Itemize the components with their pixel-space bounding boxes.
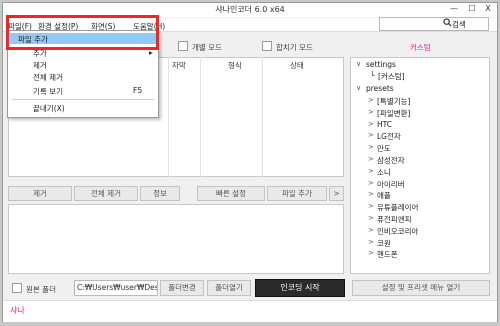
tree-preset-item[interactable]: HTC bbox=[377, 120, 392, 129]
collapse-arrow-icon[interactable]: ∨ bbox=[356, 84, 361, 92]
merge-mode-label: 합치기 모드 bbox=[276, 43, 313, 52]
tree-connector-icon: └ bbox=[370, 71, 375, 80]
source-folder-checkbox[interactable] bbox=[12, 283, 22, 293]
expand-arrow-icon[interactable]: > bbox=[368, 131, 374, 139]
tree-preset-item[interactable]: 만도 bbox=[377, 143, 391, 154]
status-text: 샤나 bbox=[10, 306, 25, 315]
column-divider bbox=[200, 57, 201, 177]
expand-arrow-icon[interactable]: > bbox=[368, 226, 374, 234]
expand-arrow-icon[interactable]: > bbox=[368, 249, 374, 257]
output-path-field[interactable]: C:₩Users₩user₩Desk bbox=[74, 280, 158, 296]
menu-item-remove[interactable]: 제거 bbox=[33, 60, 47, 71]
change-folder-button[interactable]: 폴더변경 bbox=[160, 280, 204, 296]
expand-arrow-icon[interactable]: > bbox=[368, 167, 374, 175]
tree-preset-item[interactable]: 유튜플레이어 bbox=[377, 202, 418, 213]
info-button[interactable]: 정보 bbox=[140, 186, 180, 201]
expand-arrow-icon[interactable]: > bbox=[368, 214, 374, 222]
tree-preset-item[interactable]: 핸드폰 bbox=[377, 249, 398, 260]
close-button[interactable]: X bbox=[481, 4, 495, 13]
tree-preset-item[interactable]: 코원 bbox=[377, 238, 391, 249]
expand-arrow-icon[interactable]: > bbox=[368, 238, 374, 246]
tree-preset-item[interactable]: [파일변환] bbox=[377, 108, 410, 119]
highlight-annotation bbox=[6, 15, 159, 50]
tree-preset-item[interactable]: 아이리버 bbox=[377, 179, 405, 190]
column-divider bbox=[262, 57, 263, 177]
column-header-status[interactable]: 상태 bbox=[290, 60, 304, 71]
search-icon[interactable] bbox=[443, 18, 452, 29]
open-folder-button[interactable]: 폴더열기 bbox=[207, 280, 251, 296]
search-label[interactable]: 검색 bbox=[452, 19, 466, 30]
expand-arrow-icon[interactable]: > bbox=[368, 202, 374, 210]
tree-preset-item[interactable]: 애플 bbox=[377, 190, 391, 201]
tree-preset-item[interactable]: 삼성전자 bbox=[377, 155, 405, 166]
maximize-button[interactable]: ☐ bbox=[465, 4, 479, 13]
expand-arrow-icon[interactable]: > bbox=[368, 96, 374, 104]
add-file-button[interactable]: 파일 추가 bbox=[267, 186, 327, 201]
search-input[interactable] bbox=[379, 17, 489, 31]
settings-preset-menu-button[interactable]: 설정 및 프리셋 메뉴 열기 bbox=[352, 280, 490, 296]
log-panel bbox=[8, 204, 344, 274]
tree-settings-child[interactable]: [커스텀] bbox=[378, 71, 405, 82]
column-divider bbox=[168, 57, 169, 177]
status-bar bbox=[3, 300, 497, 322]
expand-arrow-icon[interactable]: > bbox=[368, 179, 374, 187]
menu-item-history[interactable]: 기록 보기 bbox=[33, 86, 63, 97]
expand-arrow-icon[interactable]: > bbox=[368, 190, 374, 198]
tree-presets-root[interactable]: presets bbox=[366, 84, 394, 93]
tree-preset-item[interactable]: 인비오코리아 bbox=[377, 226, 418, 237]
menu-item-exit[interactable]: 끝내기(X) bbox=[33, 103, 65, 114]
expand-arrow-icon[interactable]: > bbox=[368, 120, 374, 128]
tree-settings-root[interactable]: settings bbox=[366, 60, 396, 69]
expand-arrow-icon[interactable]: > bbox=[368, 108, 374, 116]
tree-preset-item[interactable]: 소니 bbox=[377, 167, 391, 178]
menu-item-history-shortcut: F5 bbox=[133, 86, 143, 95]
minimize-button[interactable]: — bbox=[447, 4, 461, 13]
source-folder-label: 원본 폴더 bbox=[26, 285, 56, 294]
tree-preset-item[interactable]: [특별기능] bbox=[377, 96, 410, 107]
preset-name-label: 커스텀 bbox=[410, 43, 431, 52]
more-button[interactable]: > bbox=[329, 186, 344, 201]
individual-mode-checkbox[interactable] bbox=[178, 41, 188, 51]
individual-mode-label: 개별 모드 bbox=[192, 43, 222, 52]
collapse-arrow-icon[interactable]: ∨ bbox=[356, 60, 361, 68]
remove-all-button[interactable]: 전체 제거 bbox=[74, 186, 138, 201]
column-header-format[interactable]: 형식 bbox=[228, 60, 242, 71]
expand-arrow-icon[interactable]: > bbox=[368, 143, 374, 151]
column-header-subtitle[interactable]: 자막 bbox=[172, 60, 186, 71]
tree-preset-item[interactable]: 퓨전피앤피 bbox=[377, 214, 412, 225]
quick-settings-button[interactable]: 빠른 설정 bbox=[197, 186, 265, 201]
window-title: 샤나인코더 6.0 x64 bbox=[215, 5, 285, 14]
merge-mode-checkbox[interactable] bbox=[262, 41, 272, 51]
menu-separator bbox=[12, 99, 154, 100]
expand-arrow-icon[interactable]: > bbox=[368, 155, 374, 163]
tree-preset-item[interactable]: LG전자 bbox=[377, 131, 401, 142]
start-encoding-button[interactable]: 인코딩 시작 bbox=[255, 279, 345, 297]
menu-item-remove-all[interactable]: 전체 제거 bbox=[33, 72, 63, 83]
remove-button[interactable]: 제거 bbox=[8, 186, 72, 201]
